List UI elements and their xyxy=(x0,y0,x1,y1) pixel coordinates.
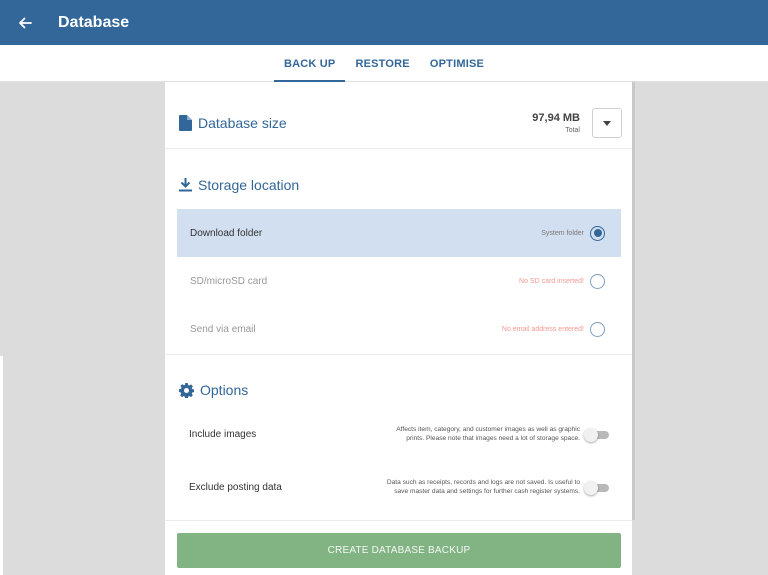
storage-location-title: Storage location xyxy=(198,177,300,193)
toggle-thumb xyxy=(584,427,598,442)
storage-option-sd-card[interactable]: SD/microSD card No SD card inserted! xyxy=(177,257,621,305)
radio-button[interactable] xyxy=(590,273,605,289)
storage-option-email[interactable]: Send via email No email address entered! xyxy=(177,305,621,353)
app-bar: Database xyxy=(0,0,768,45)
setting-description: Data such as receipts, records and logs … xyxy=(386,479,580,495)
divider xyxy=(165,148,632,149)
database-size-dropdown-button[interactable] xyxy=(592,108,622,138)
backup-card: Database size 97,94 MB Total Storage loc… xyxy=(165,82,632,575)
radio-dot xyxy=(593,229,602,237)
setting-description: Affects item, category, and customer ima… xyxy=(396,426,580,442)
radio-button[interactable] xyxy=(590,321,605,337)
tab-back-up[interactable]: BACK UP xyxy=(273,45,346,82)
arrow-left-icon xyxy=(19,17,32,28)
toggle-thumb xyxy=(584,480,598,495)
setting-include-images: Include images Affects item, category, a… xyxy=(189,426,609,444)
include-images-toggle[interactable] xyxy=(584,427,609,442)
divider xyxy=(165,354,632,355)
tab-bar: BACK UP RESTORE OPTIMISE xyxy=(0,45,768,82)
options-header: Options xyxy=(179,382,248,398)
background-strip xyxy=(0,356,3,575)
setting-label: Exclude posting data xyxy=(189,482,282,494)
tab-restore[interactable]: RESTORE xyxy=(345,45,419,82)
page-title: Database xyxy=(58,13,130,31)
document-icon xyxy=(179,115,192,131)
database-size-header: Database size xyxy=(179,115,287,131)
options-title: Options xyxy=(200,382,249,398)
back-button[interactable] xyxy=(0,0,50,45)
storage-location-header: Storage location xyxy=(179,177,299,193)
database-size-number: 97,94 MB xyxy=(532,112,580,124)
radio-button-selected[interactable] xyxy=(590,225,605,241)
storage-option-warning: No email address entered! xyxy=(501,325,584,333)
database-size-caption: Total xyxy=(565,127,580,134)
gear-icon xyxy=(179,382,194,398)
tab-optimise[interactable]: OPTIMISE xyxy=(420,45,494,82)
create-database-backup-button[interactable]: CREATE DATABASE BACKUP xyxy=(177,533,621,568)
caret-down-icon xyxy=(603,120,611,126)
storage-option-label: SD/microSD card xyxy=(190,275,268,287)
setting-label: Include images xyxy=(189,429,257,441)
download-icon xyxy=(179,178,192,192)
storage-option-note: System folder xyxy=(541,229,584,237)
divider xyxy=(165,520,632,521)
exclude-posting-data-toggle[interactable] xyxy=(584,480,609,495)
storage-option-label: Download folder xyxy=(190,227,263,239)
storage-option-warning: No SD card inserted! xyxy=(519,277,584,285)
storage-option-download-folder[interactable]: Download folder System folder xyxy=(177,209,621,257)
database-size-title: Database size xyxy=(198,115,287,131)
storage-option-label: Send via email xyxy=(190,323,256,335)
scrollbar[interactable] xyxy=(632,82,635,520)
setting-exclude-posting-data: Exclude posting data Data such as receip… xyxy=(189,479,609,497)
database-size-value: 97,94 MB Total xyxy=(532,112,580,134)
